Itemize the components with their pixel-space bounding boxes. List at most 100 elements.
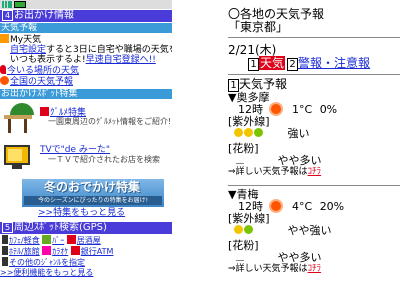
tv-item[interactable]: TVで"de みーた" 一ＴＶで紹介されたお店を検索 bbox=[0, 139, 172, 179]
forecast-pop: 20% bbox=[319, 200, 345, 213]
uv-dot-yellow-1 bbox=[234, 225, 243, 234]
detail-prefix: ⇒詳しい天気予報は bbox=[228, 264, 308, 274]
tab-warning-number: 2 bbox=[287, 58, 299, 71]
sun-icon bbox=[0, 76, 9, 85]
current-location-weather-row[interactable]: 今いる場所の天気 bbox=[0, 65, 172, 76]
forecast-temp: 1°C bbox=[292, 103, 313, 116]
gps-izakaya-link[interactable]: 居酒屋 bbox=[77, 236, 101, 245]
pollen-row: やや多い bbox=[228, 155, 400, 167]
sun-icon bbox=[270, 104, 281, 114]
my-weather-label: My天気 bbox=[10, 35, 42, 45]
atm-icon bbox=[70, 246, 80, 255]
uv-dot-green bbox=[254, 128, 263, 137]
tab-weather-number: 1 bbox=[248, 58, 259, 71]
winter-banner-subtitle: 今のシーズンにぴったりの特集をお届け! bbox=[24, 196, 162, 205]
uv-dot-yellow-1 bbox=[234, 128, 243, 137]
forecast-temp: 4°C bbox=[292, 200, 313, 213]
gourmet-desc: 一園東周辺のｸﾞﾙﾒｯﾄ情報をご紹介! bbox=[48, 117, 172, 126]
pollen-level: やや多い bbox=[277, 251, 322, 264]
forecast-pop: 0% bbox=[319, 103, 338, 116]
winter-banner-title: 冬のおでかけ特集 bbox=[44, 180, 141, 194]
uv-label: [紫外線] bbox=[228, 115, 270, 128]
gourmet-thumbnail bbox=[2, 103, 34, 133]
cafe-icon bbox=[2, 235, 8, 244]
my-weather-desc-1: 自宅設定すると3日に自宅や職場の天気を bbox=[0, 45, 172, 55]
gps-bar-link[interactable]: ﾊﾞｰ bbox=[52, 236, 64, 245]
home-setting-link[interactable]: 自宅設定 bbox=[10, 45, 46, 55]
pollen-row: やや多い bbox=[228, 252, 400, 264]
forecast-section-label: 天気予報 bbox=[239, 77, 288, 91]
national-weather-link[interactable]: 全国の天気予報 bbox=[10, 77, 73, 87]
gps-row-3: その他のｼﾞｬﾝﾙを指定 bbox=[0, 257, 172, 268]
location-okutama: ▼奥多摩 12時 1°C 0% [紫外線] 強い [花粉] やや多い ⇒詳しい天… bbox=[228, 92, 400, 178]
gps-atm-link[interactable]: 銀行ATM bbox=[81, 247, 114, 256]
genre-icon bbox=[2, 257, 8, 266]
more-features-link[interactable]: >>特集をもっと見る bbox=[38, 208, 125, 218]
location-pin-icon bbox=[0, 65, 6, 74]
uv-level: やや強い bbox=[287, 224, 332, 237]
more-features-row[interactable]: >>特集をもっと見る bbox=[0, 208, 172, 218]
pollen-icon bbox=[236, 254, 244, 261]
gps-hotel-link[interactable]: ﾎﾃﾙ/旅館 bbox=[9, 247, 40, 256]
forecast-section-title: 1 天気予報 bbox=[228, 78, 400, 92]
divider-1 bbox=[228, 37, 400, 38]
national-weather-row[interactable]: 全国の天気予報 bbox=[0, 76, 172, 87]
header-title: お出かけ情報 bbox=[14, 10, 74, 21]
outing-section-head: お出かけｽﾎﾟｯﾄ特集 bbox=[0, 89, 172, 99]
uv-row: 強い bbox=[228, 128, 400, 140]
uv-level: 強い bbox=[287, 127, 310, 140]
hotel-icon bbox=[2, 246, 8, 255]
gps-row-2: ﾎﾃﾙ/旅館 ｶﾗｵｹ 銀行ATM bbox=[0, 246, 172, 257]
uv-dot-green bbox=[244, 225, 253, 234]
status-bar bbox=[0, 0, 172, 9]
left-panel: 4 お出かけ情報 天気予報 My天気 自宅設定すると3日に自宅や職場の天気を いつ… bbox=[0, 0, 172, 296]
gps-title: 周辺ｽﾎﾟｯﾄ検索(GPS) bbox=[14, 222, 107, 233]
tv-icon bbox=[4, 143, 30, 171]
gps-section-header: 5 周辺ｽﾎﾟｯﾄ検索(GPS) bbox=[0, 222, 172, 234]
location-ome: ▼青梅 12時 4°C 20% [紫外線] やや強い [花粉] やや多い ⇒詳し… bbox=[228, 189, 400, 275]
more-useful-link[interactable]: >>便利機能をもっと見る bbox=[0, 268, 93, 277]
divider-3 bbox=[228, 185, 400, 186]
right-panel: 〇各地の天気予報 「東京都」 2/21(木) 1 天気 2 警報・注意報 1 天気予報 … bbox=[228, 0, 400, 296]
tab-weather[interactable]: 天気 bbox=[259, 56, 286, 70]
my-weather-icon bbox=[0, 34, 9, 43]
my-weather-desc-2: いつも表示するよ!早速自宅登録へ!! bbox=[0, 55, 172, 65]
gourmet-item[interactable]: ｸﾞﾙﾒ特集 一園東周辺のｸﾞﾙﾒｯﾄ情報をご紹介! bbox=[0, 99, 172, 139]
detail-link[interactable]: ｺﾁﾗ bbox=[308, 264, 322, 274]
tv-desc: 一ＴＶで紹介されたお店を検索 bbox=[48, 155, 160, 164]
pollen-level: やや多い bbox=[277, 154, 322, 167]
tv-feature-link[interactable]: TVで"de みーた" bbox=[40, 145, 110, 155]
uv-dot-yellow-2 bbox=[244, 128, 253, 137]
home-register-link[interactable]: 早速自宅登録へ!! bbox=[86, 55, 156, 65]
pollen-icon bbox=[236, 157, 244, 164]
gps-other-genre-link[interactable]: その他のｼﾞｬﾝﾙを指定 bbox=[9, 258, 85, 267]
battery-icon bbox=[14, 1, 26, 8]
my-weather-row: My天気 bbox=[0, 34, 172, 45]
desc-rest-1: すると3日に自宅や職場の天気を bbox=[46, 45, 172, 55]
region-name: 「東京都」 bbox=[228, 20, 289, 34]
detail-row: ⇒詳しい天気予報はｺﾁﾗ bbox=[228, 264, 400, 274]
gps-row-1: ｶﾌｪ/軽食 ﾊﾞｰ 居酒屋 bbox=[0, 235, 172, 246]
uv-row: やや強い bbox=[228, 225, 400, 237]
outing-info-header: 4 お出かけ情報 bbox=[0, 10, 172, 22]
detail-row: ⇒詳しい天気予報はｺﾁﾗ bbox=[228, 167, 400, 177]
karaoke-icon bbox=[42, 246, 52, 255]
divider-2 bbox=[228, 74, 400, 75]
winter-banner[interactable]: 冬のおでかけ特集 今のシーズンにぴったりの特集をお届け! bbox=[22, 179, 164, 207]
desc-rest-2: いつも表示するよ! bbox=[10, 55, 86, 65]
tab-row: 1 天気 2 警報・注意報 bbox=[228, 56, 400, 71]
weather-section-head: 天気予報 bbox=[0, 23, 172, 33]
gps-cafe-link[interactable]: ｶﾌｪ/軽食 bbox=[9, 236, 40, 245]
gps-karaoke-link[interactable]: ｶﾗｵｹ bbox=[52, 247, 68, 256]
bar-icon bbox=[42, 235, 52, 244]
detail-prefix: ⇒詳しい天気予報は bbox=[228, 167, 308, 177]
gourmet-icon bbox=[40, 107, 49, 116]
signal-icon bbox=[2, 1, 12, 8]
izakaya-icon bbox=[66, 235, 76, 244]
more-useful-row[interactable]: >>便利機能をもっと見る bbox=[0, 268, 172, 278]
tab-warning[interactable]: 警報・注意報 bbox=[298, 56, 370, 70]
header-number: 4 bbox=[2, 10, 13, 21]
current-location-weather-link[interactable]: 今いる場所の天気 bbox=[7, 66, 79, 76]
detail-link[interactable]: ｺﾁﾗ bbox=[308, 167, 322, 177]
gps-number: 5 bbox=[2, 222, 13, 233]
